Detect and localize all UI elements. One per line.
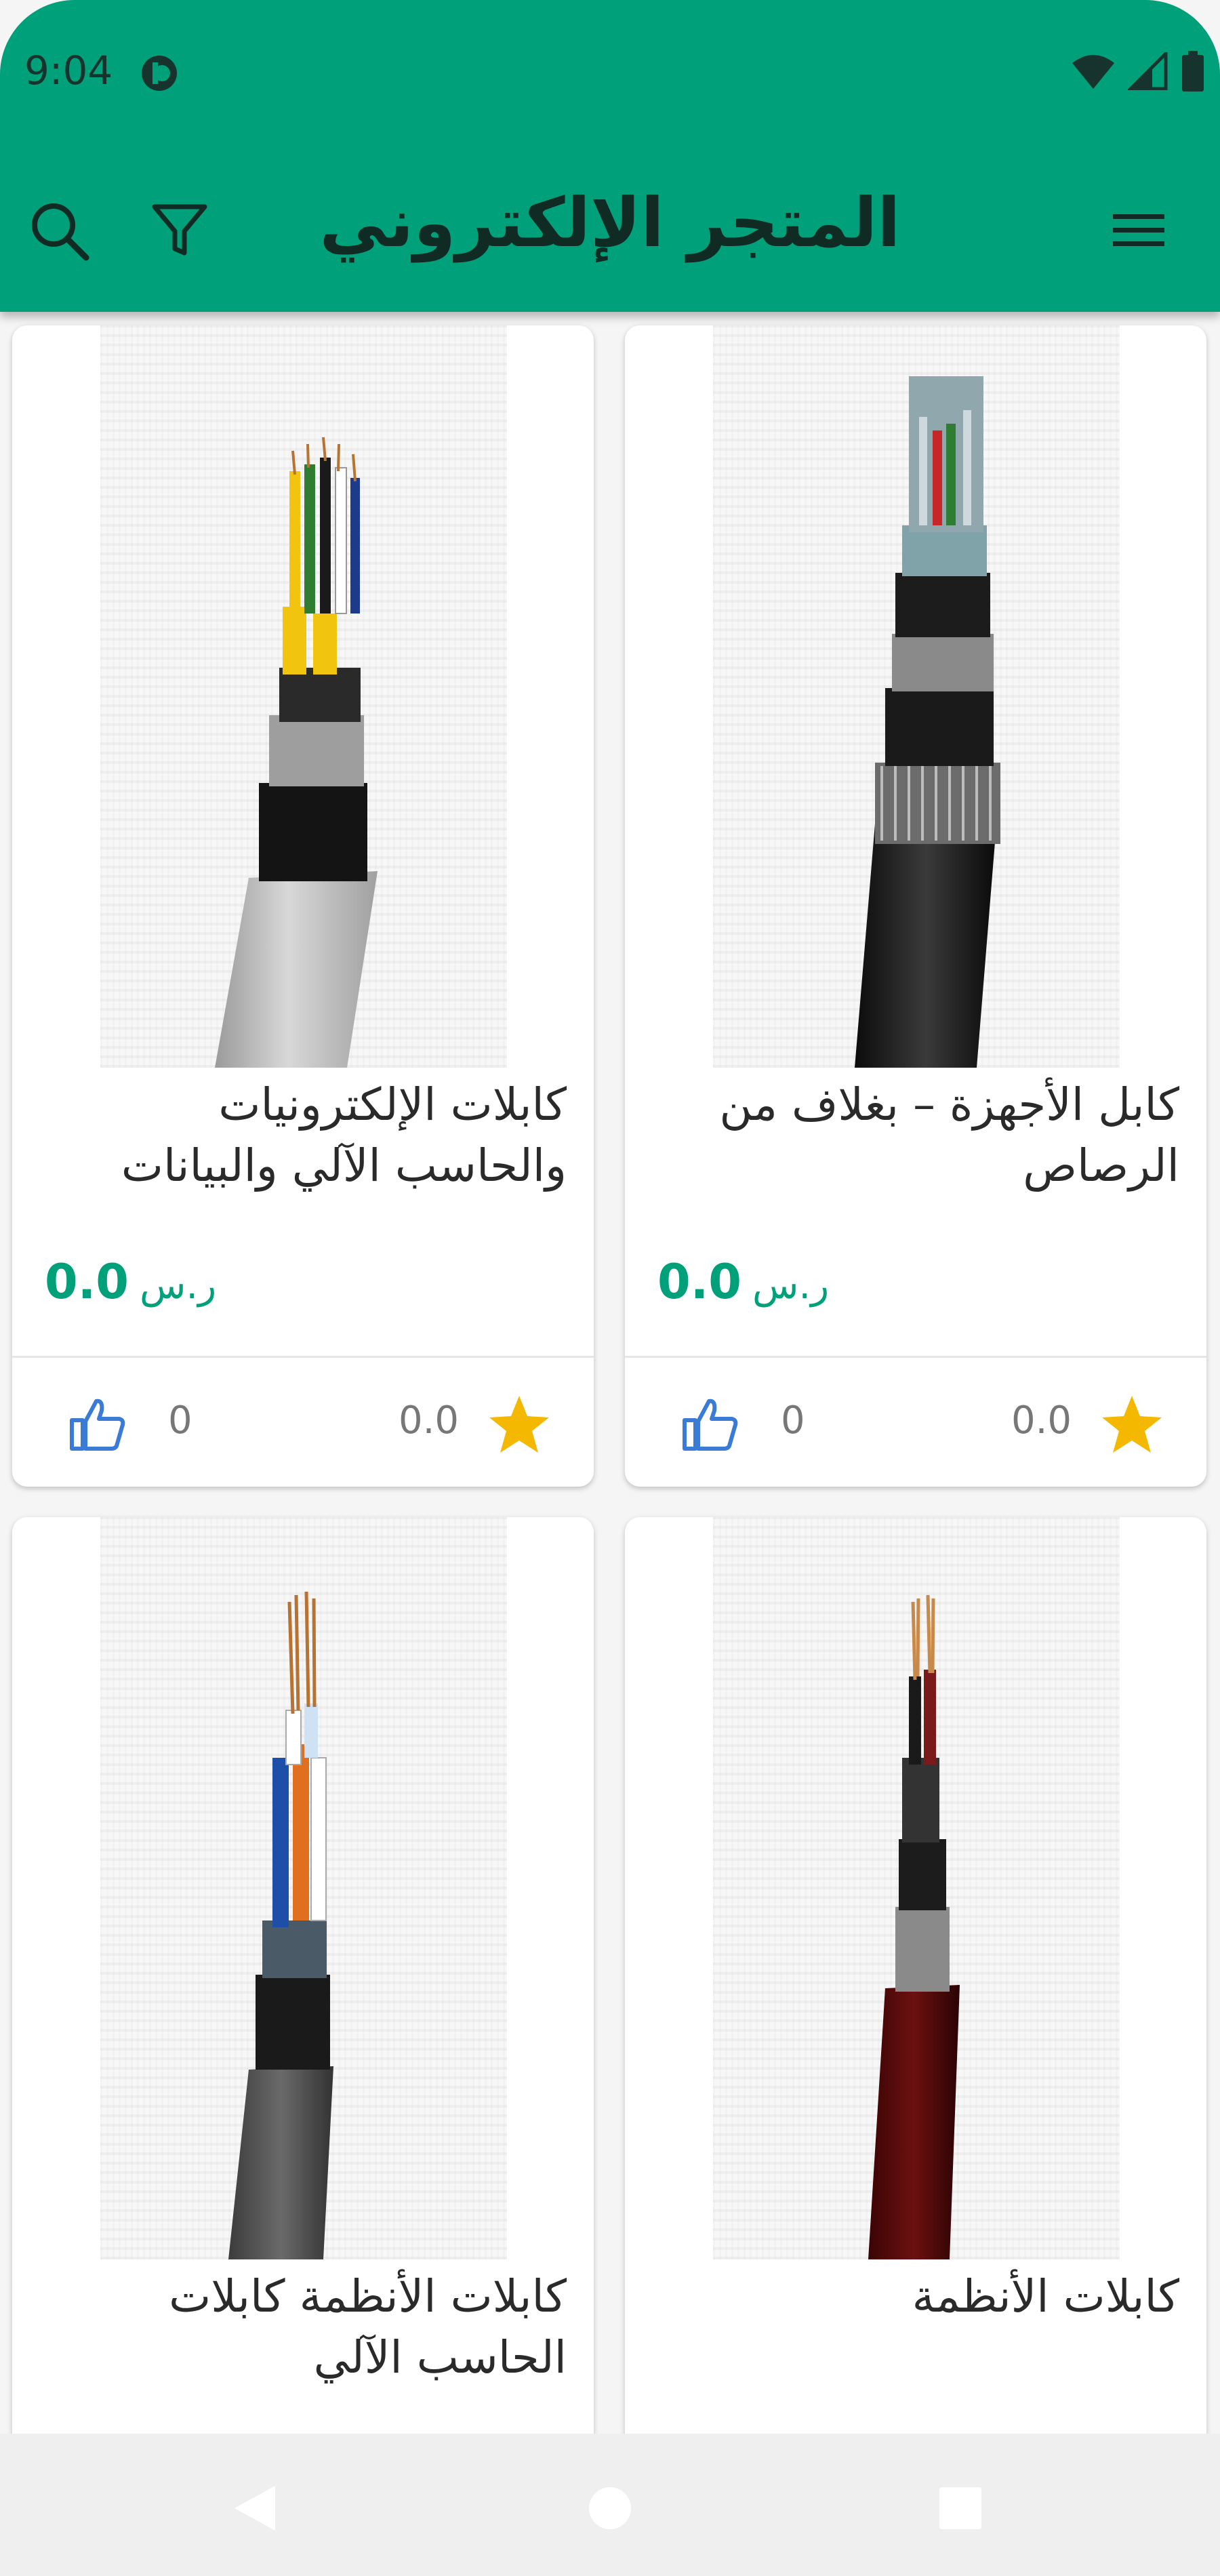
product-price: 0.0 ر.س [657,1254,829,1310]
cable-image [215,437,378,1068]
product-price: 0.0 ر.س [45,1254,216,1310]
menu-button[interactable] [1101,193,1176,268]
price-value: 0.0 [45,1254,129,1310]
product-image [12,325,594,1068]
product-title: كابل الأجهزة – بغلاف من الرصاص [719,1079,1179,1192]
status-bar: 9:04 [0,0,1220,146]
star-icon [1102,1396,1162,1453]
likes-count: 0 [781,1398,805,1443]
cell-signal-icon [1128,52,1168,90]
home-button[interactable] [576,2474,644,2542]
home-icon [589,2487,631,2529]
product-title: كابلات الإلكترونيات والحاسب الآلي والبيا… [121,1079,567,1192]
rating-value: 0.0 [1011,1398,1072,1443]
card-footer: 0 0.0 [625,1358,1206,1487]
like-icon[interactable] [679,1393,740,1454]
system-nav-bar [0,2434,1220,2576]
status-time: 9:04 [24,47,113,94]
product-grid: كابل الأجهزة – بغلاف من الرصاص 0.0 ر.س 0… [0,312,1220,2434]
back-icon [235,2486,275,2531]
recents-icon [939,2487,981,2529]
price-currency: ر.س [140,1264,217,1308]
cable-image [868,1594,960,2259]
product-image [625,325,1206,1068]
product-title: كابلات الأنظمة كابلات الحاسب الآلي [169,2270,567,2383]
likes-count: 0 [168,1398,192,1443]
product-card[interactable]: كابلات الأنظمة [625,1517,1206,2434]
app-notification-icon [142,56,177,91]
like-icon[interactable] [66,1393,127,1454]
product-title: كابلات الأنظمة [912,2270,1179,2322]
phone-screen: 9:04 المتجر الإلكتروني كابل الأجهزة – بغ… [0,0,1220,2576]
menu-icon [1113,214,1164,246]
app-bar: 9:04 المتجر الإلكتروني [0,0,1220,312]
product-image [12,1517,594,2259]
cable-image [228,1591,333,2259]
product-card[interactable]: كابل الأجهزة – بغلاف من الرصاص 0.0 ر.س 0… [625,325,1206,1487]
toolbar: المتجر الإلكتروني [0,146,1220,312]
product-card[interactable]: كابلات الإلكترونيات والحاسب الآلي والبيا… [12,325,594,1487]
product-card[interactable]: كابلات الأنظمة كابلات الحاسب الآلي [12,1517,594,2434]
star-icon [489,1396,549,1453]
back-button[interactable] [220,2474,288,2542]
card-footer: 0 0.0 [12,1358,594,1487]
rating-value: 0.0 [399,1398,460,1443]
page-title: المتجر الإلكتروني [319,183,901,262]
price-value: 0.0 [657,1254,742,1310]
cable-image [855,376,1000,1068]
status-indicators [1071,51,1205,92]
price-currency: ر.س [752,1264,830,1308]
wifi-icon [1072,55,1114,89]
recents-button[interactable] [927,2474,994,2542]
battery-icon [1182,51,1204,92]
product-image [625,1517,1206,2259]
